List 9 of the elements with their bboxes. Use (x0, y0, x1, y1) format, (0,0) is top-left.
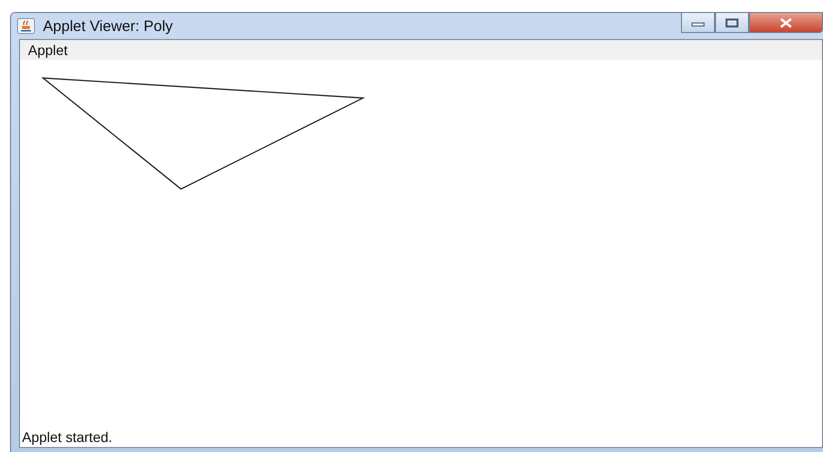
maximize-icon (725, 18, 739, 28)
status-text: Applet started. (21, 429, 114, 447)
menu-item[interactable]: Applet (28, 42, 68, 58)
window-title: Applet Viewer: Poly (43, 18, 173, 34)
minimize-button[interactable] (681, 13, 715, 33)
coffee-cup-icon (17, 18, 35, 34)
close-button[interactable] (749, 13, 823, 33)
close-icon (779, 18, 793, 28)
maximize-button[interactable] (715, 13, 749, 33)
